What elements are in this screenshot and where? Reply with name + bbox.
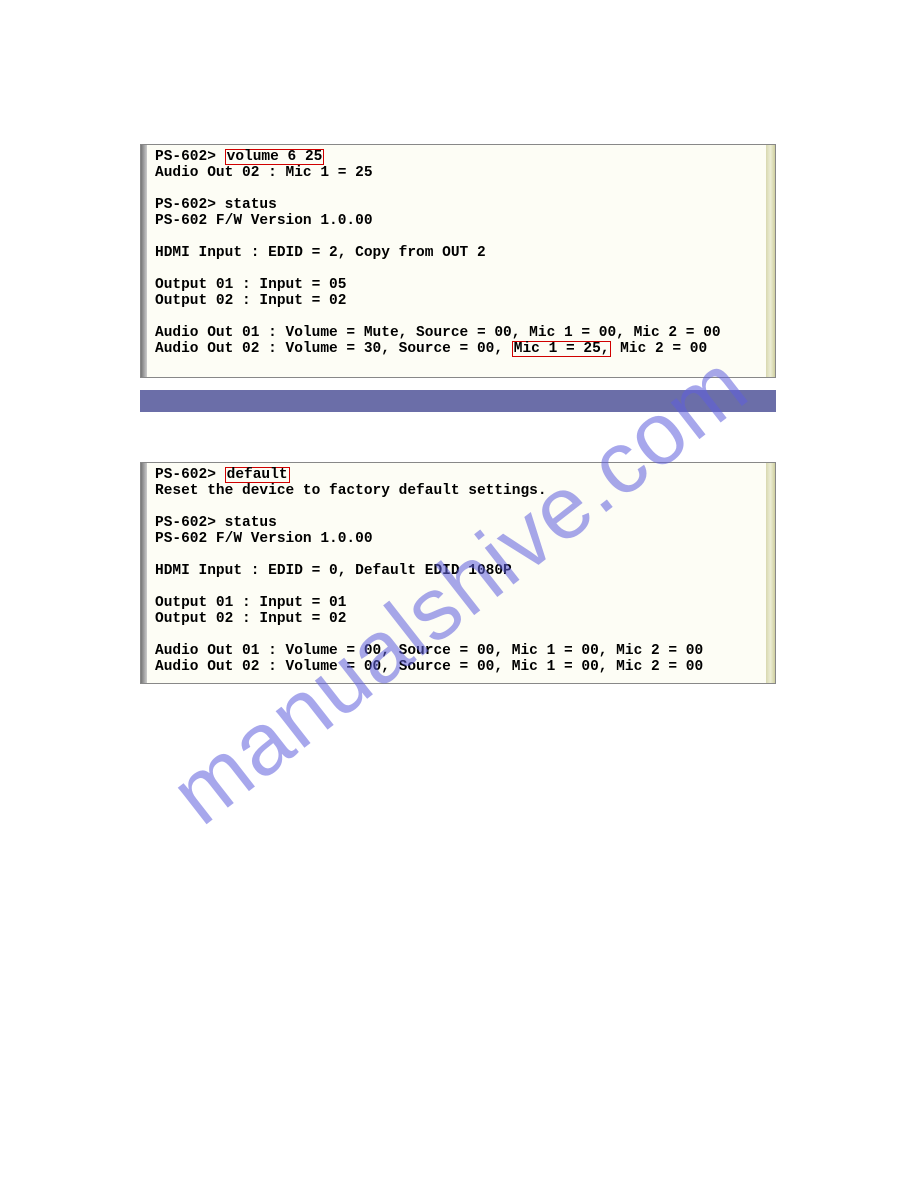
- section-divider-bar: [140, 390, 776, 412]
- terminal-left-border: [141, 145, 147, 377]
- terminal-left-border: [141, 463, 147, 683]
- terminal-text-1: PS-602> volume 6 25 Audio Out 02 : Mic 1…: [149, 149, 767, 357]
- terminal-output-2: PS-602> default Reset the device to fact…: [140, 462, 776, 684]
- highlighted-text: volume 6 25: [225, 149, 325, 165]
- terminal-right-border: [766, 145, 775, 377]
- highlighted-text: default: [225, 467, 290, 483]
- terminal-output-1: PS-602> volume 6 25 Audio Out 02 : Mic 1…: [140, 144, 776, 378]
- highlighted-text: Mic 1 = 25,: [512, 341, 612, 357]
- terminal-right-border: [766, 463, 775, 683]
- terminal-text-2: PS-602> default Reset the device to fact…: [149, 467, 767, 675]
- page: PS-602> volume 6 25 Audio Out 02 : Mic 1…: [0, 0, 918, 1188]
